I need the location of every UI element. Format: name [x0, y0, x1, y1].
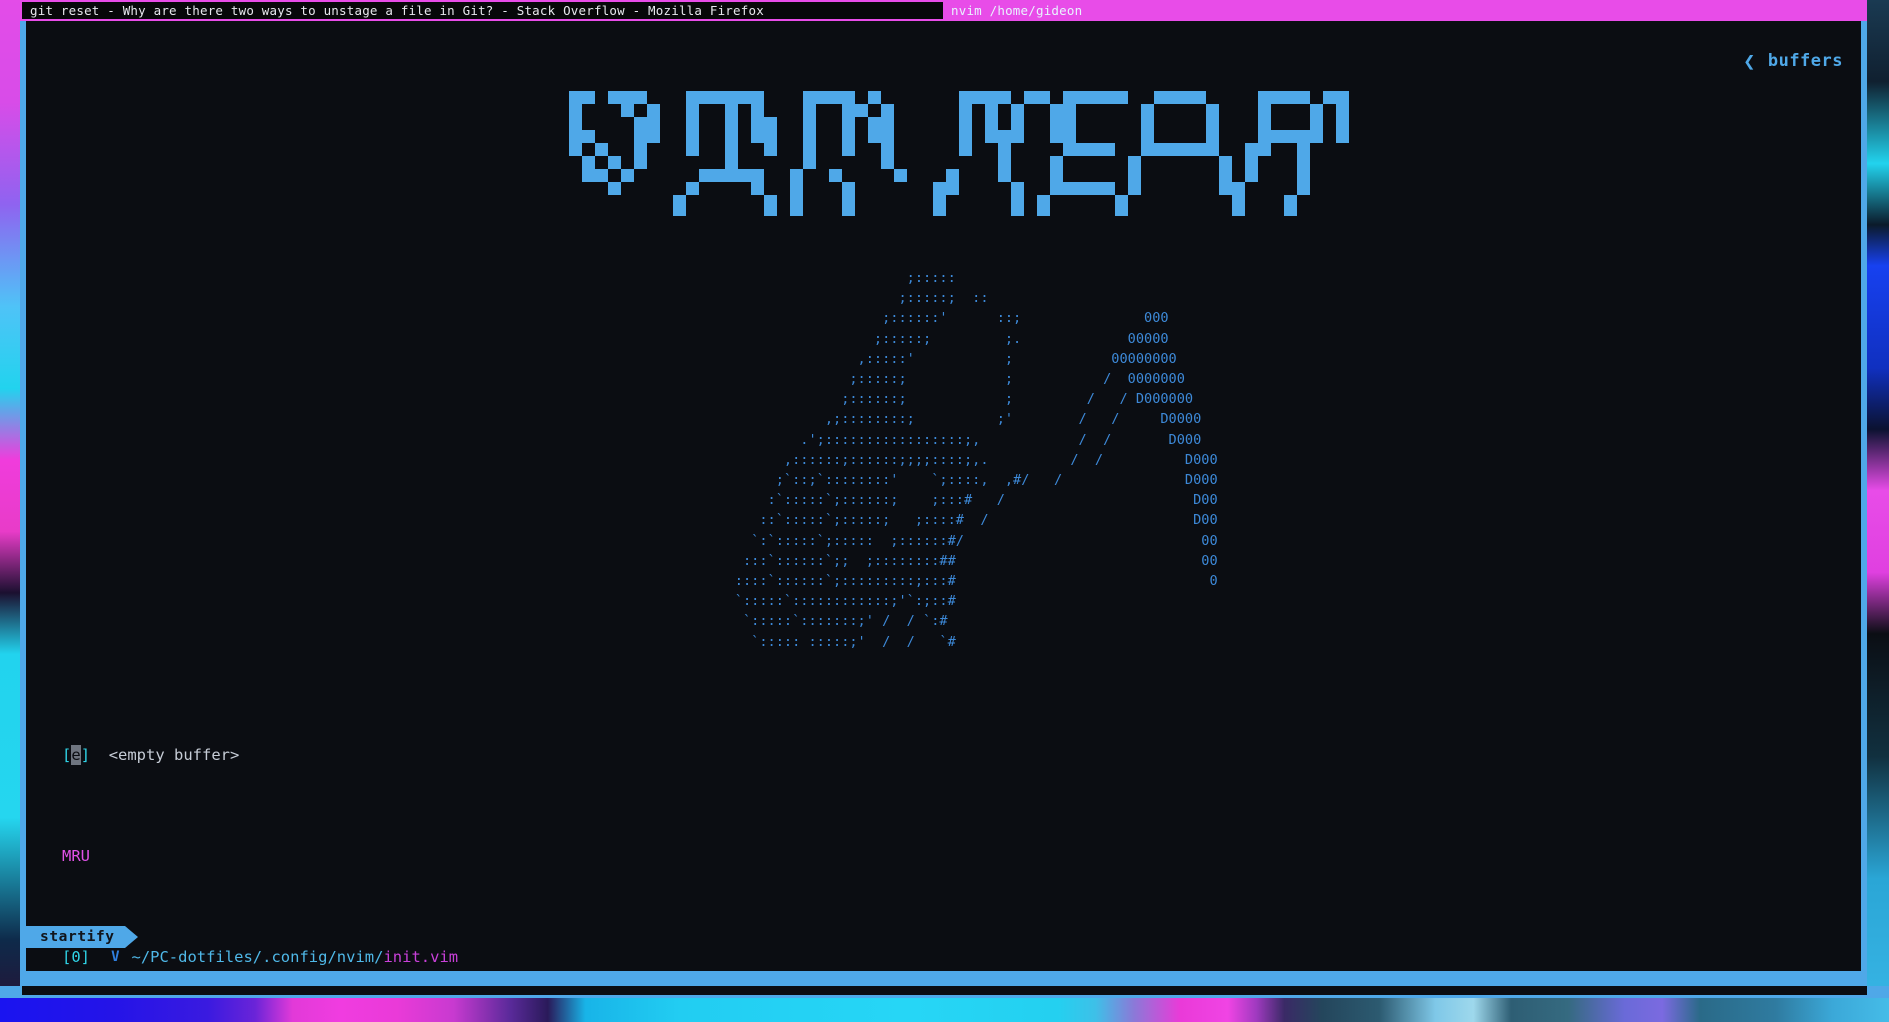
statusline-arrow-icon — [124, 926, 138, 948]
vim-reaper-banner-art — [568, 90, 1349, 216]
mru-heading: MRU — [62, 847, 90, 866]
mru-list: [0] V ~/PC-dotfiles/.config/nvim/init.vi… — [62, 947, 523, 971]
statusline: startify — [26, 926, 1861, 948]
taskbar-tab-nvim-title: nvim /home/gideon — [951, 3, 1083, 18]
taskbar-tab-firefox-title: git reset - Why are there two ways to un… — [30, 3, 764, 18]
grim-reaper-ascii-art: ;::::: ;:::::; :: ;::::::' ::; 000 ;::::… — [734, 270, 1218, 650]
mru-item-path: ~/Projects/pTable/ — [131, 969, 299, 971]
taskbar-tab-firefox[interactable]: git reset - Why are there two ways to un… — [20, 0, 943, 21]
nvim-startify-screen: ❮ buffers ;::::: ;:::::;:: ;::::::'::;… — [26, 21, 1861, 971]
buffer-index-close: ] — [80, 745, 91, 764]
mru-item-path: ~/PC-dotfiles/.config/nvim/ — [131, 948, 384, 967]
vim-reaper-banner — [26, 73, 1861, 238]
python-icon: ⍟ — [109, 969, 122, 972]
desktop-bottom-strip — [0, 986, 1889, 1022]
buffers-indicator[interactable]: ❮ buffers — [1743, 49, 1843, 73]
mru-list-item[interactable]: [1] ⍟ ~/Projects/pTable/ptable.py — [62, 969, 523, 971]
window-titlebar: git reset - Why are there two ways to un… — [20, 0, 1867, 21]
mru-list-item[interactable]: [0] V ~/PC-dotfiles/.config/nvim/init.vi… — [62, 947, 523, 968]
buffer-item-label: <empty buffer> — [108, 745, 240, 764]
mru-item-filename: ptable.py — [299, 969, 383, 971]
buffers-label-text: buffers — [1767, 51, 1843, 71]
taskbar-tab-nvim[interactable]: nvim /home/gideon — [943, 0, 1867, 21]
vim-icon: V — [111, 949, 120, 966]
statusline-filler — [137, 926, 1861, 948]
buffer-list-item-empty[interactable]: [e] <empty buffer> — [62, 744, 523, 766]
statusline-mode: startify — [26, 926, 125, 948]
chevron-left-icon: ❮ — [1743, 49, 1756, 73]
mru-item-filename: init.vim — [383, 948, 459, 967]
buffer-index-open: [ — [62, 745, 72, 764]
mru-item-index: [1] — [62, 969, 90, 971]
mru-item-index: [0] — [62, 948, 90, 967]
cursor-block: e — [71, 744, 81, 766]
